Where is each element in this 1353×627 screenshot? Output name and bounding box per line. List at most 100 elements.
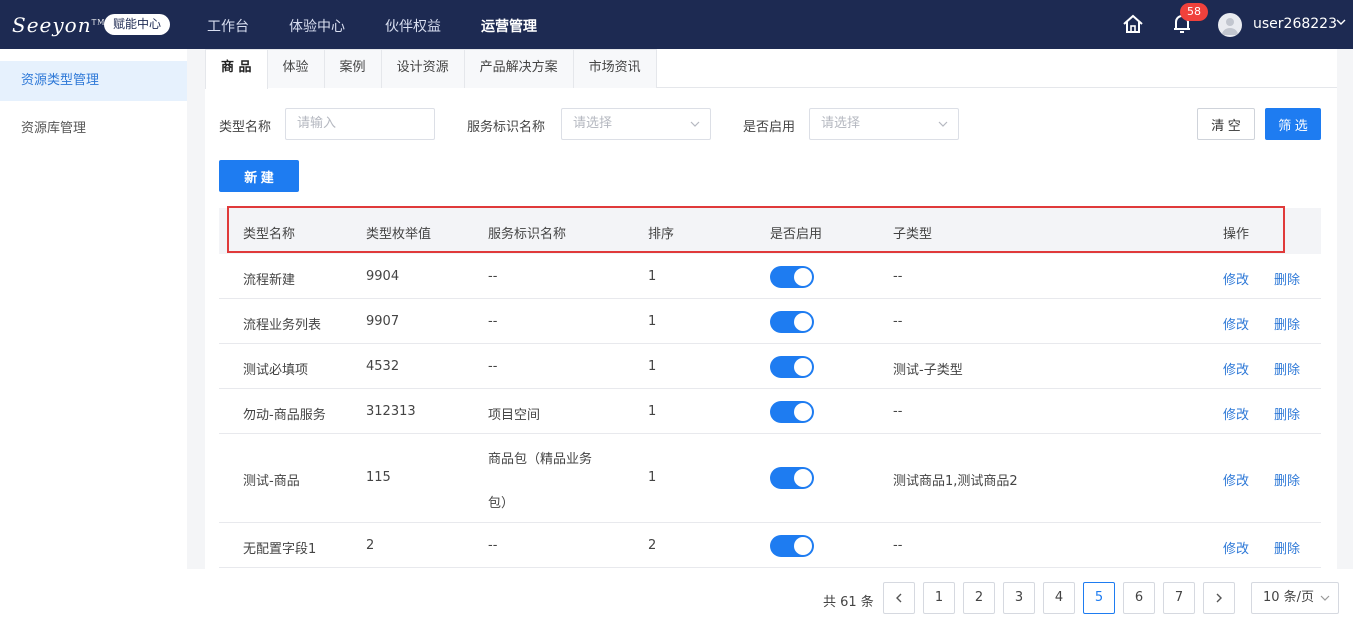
username[interactable]: user268223 <box>1253 16 1337 32</box>
page-button-current[interactable]: 5 <box>1083 582 1115 614</box>
enabled-label: 是否启用 <box>743 120 796 135</box>
cell-type-name: 无配置字段1 <box>243 542 317 557</box>
enabled-toggle[interactable] <box>770 311 814 333</box>
edit-link[interactable]: 修改 <box>1223 269 1249 288</box>
avatar[interactable] <box>1218 13 1242 37</box>
nav-item-experience-center[interactable]: 体验中心 <box>289 16 345 36</box>
tab-design-resources[interactable]: 设计资源 <box>380 49 465 88</box>
cell-service-line1: 商品包（精品业务 <box>488 452 593 467</box>
edit-link[interactable]: 修改 <box>1223 359 1249 378</box>
service-select-placeholder: 请选择 <box>573 116 613 131</box>
tab-market-news[interactable]: 市场资讯 <box>572 49 657 88</box>
tab-product-solutions[interactable]: 产品解决方案 <box>463 49 574 88</box>
cell-sort: 1 <box>648 404 657 419</box>
filter-button[interactable]: 筛 选 <box>1265 108 1321 140</box>
table-row: 勿动-商品服务 312313 项目空间 1 -- 修改 删除 <box>219 389 1321 434</box>
col-header-service: 服务标识名称 <box>488 227 567 242</box>
cell-enum: 312313 <box>366 404 416 419</box>
enabled-toggle[interactable] <box>770 266 814 288</box>
enabled-toggle[interactable] <box>770 401 814 423</box>
page-button[interactable]: 4 <box>1043 582 1075 614</box>
page-button[interactable]: 2 <box>963 582 995 614</box>
nav-item-workbench[interactable]: 工作台 <box>207 16 249 36</box>
col-header-enum: 类型枚举值 <box>366 227 432 242</box>
chevron-down-icon <box>938 121 948 127</box>
cell-service: -- <box>488 538 498 553</box>
cell-enum: 9904 <box>366 269 400 284</box>
next-page-button[interactable] <box>1203 582 1235 614</box>
col-header-sort: 排序 <box>648 227 675 242</box>
seeyon-logo[interactable]: SeeyonTM <box>12 13 105 37</box>
page-button[interactable]: 7 <box>1163 582 1195 614</box>
cell-subtype: -- <box>893 269 903 284</box>
col-header-type-name: 类型名称 <box>243 227 296 242</box>
type-name-label: 类型名称 <box>219 120 272 135</box>
tab-bar: 商 品 体验 案例 设计资源 产品解决方案 市场资讯 <box>205 49 1337 89</box>
main-panel: 商 品 体验 案例 设计资源 产品解决方案 市场资讯 类型名称 请输入 服务标识… <box>205 49 1337 569</box>
col-header-actions: 操作 <box>1223 227 1250 242</box>
cell-subtype: 测试商品1,测试商品2 <box>893 474 1018 489</box>
new-button[interactable]: 新 建 <box>219 160 299 192</box>
chevron-down-icon <box>1320 595 1330 601</box>
prev-page-button[interactable] <box>883 582 915 614</box>
page-button[interactable]: 6 <box>1123 582 1155 614</box>
edit-link[interactable]: 修改 <box>1223 470 1249 489</box>
cell-sort: 2 <box>648 538 657 553</box>
table-row: 测试-商品 115 商品包（精品业务 包） 1 测试商品1,测试商品2 修改 删… <box>219 434 1321 523</box>
cell-service: -- <box>488 269 498 284</box>
cell-enum: 115 <box>366 470 391 485</box>
edit-link[interactable]: 修改 <box>1223 314 1249 333</box>
type-name-input[interactable]: 请输入 <box>285 108 435 140</box>
delete-link[interactable]: 删除 <box>1274 314 1300 333</box>
top-navbar: SeeyonTM 赋能中心 工作台 体验中心 伙伴权益 运营管理 58 user… <box>0 0 1353 49</box>
nav-item-partner-benefits[interactable]: 伙伴权益 <box>385 16 441 36</box>
chevron-right-icon <box>1216 593 1222 603</box>
cell-sort: 1 <box>648 269 657 284</box>
tab-goods[interactable]: 商 品 <box>205 49 268 89</box>
edit-link[interactable]: 修改 <box>1223 538 1249 557</box>
page-button[interactable]: 1 <box>923 582 955 614</box>
delete-link[interactable]: 删除 <box>1274 359 1300 378</box>
cell-enum: 9907 <box>366 314 400 329</box>
cell-service-line2: 包） <box>488 496 515 511</box>
tab-cases[interactable]: 案例 <box>323 49 382 88</box>
delete-link[interactable]: 删除 <box>1274 269 1300 288</box>
table-row: 无配置字段1 2 -- 2 -- 修改 删除 <box>219 523 1321 568</box>
logo-badge: 赋能中心 <box>104 14 171 35</box>
chevron-left-icon <box>896 593 902 603</box>
logo-text: Seeyon <box>12 13 92 37</box>
service-select[interactable]: 请选择 <box>561 108 711 140</box>
delete-link[interactable]: 删除 <box>1274 538 1300 557</box>
tab-experience[interactable]: 体验 <box>266 49 325 88</box>
cell-subtype: -- <box>893 314 903 329</box>
sidebar: 资源类型管理 资源库管理 <box>0 49 187 627</box>
cell-sort: 1 <box>648 470 657 485</box>
cell-type-name: 流程业务列表 <box>243 318 322 333</box>
edit-link[interactable]: 修改 <box>1223 404 1249 423</box>
chevron-down-icon[interactable] <box>1336 17 1346 27</box>
cell-subtype: -- <box>893 404 903 419</box>
enabled-toggle[interactable] <box>770 356 814 378</box>
clear-button[interactable]: 清 空 <box>1197 108 1255 140</box>
table-row: 流程业务列表 9907 -- 1 -- 修改 删除 <box>219 299 1321 344</box>
sidebar-item-resource-type[interactable]: 资源类型管理 <box>0 61 187 101</box>
table-row: 测试必填项 4532 -- 1 测试-子类型 修改 删除 <box>219 344 1321 389</box>
user-icon <box>1222 18 1238 35</box>
enabled-select[interactable]: 请选择 <box>809 108 959 140</box>
cell-sort: 1 <box>648 314 657 329</box>
cell-subtype: -- <box>893 538 903 553</box>
service-label: 服务标识名称 <box>467 120 546 135</box>
enabled-toggle[interactable] <box>770 467 814 489</box>
page-size-select[interactable]: 10 条/页 <box>1251 582 1339 614</box>
nav-item-operations[interactable]: 运营管理 <box>481 16 537 36</box>
cell-subtype: 测试-子类型 <box>893 363 963 378</box>
home-icon[interactable] <box>1122 13 1144 35</box>
cell-service: -- <box>488 359 498 374</box>
delete-link[interactable]: 删除 <box>1274 470 1300 489</box>
enabled-toggle[interactable] <box>770 535 814 557</box>
page-button[interactable]: 3 <box>1003 582 1035 614</box>
sidebar-item-resource-library[interactable]: 资源库管理 <box>0 109 187 149</box>
col-header-enabled: 是否启用 <box>770 227 823 242</box>
delete-link[interactable]: 删除 <box>1274 404 1300 423</box>
notification-badge: 58 <box>1180 3 1208 21</box>
